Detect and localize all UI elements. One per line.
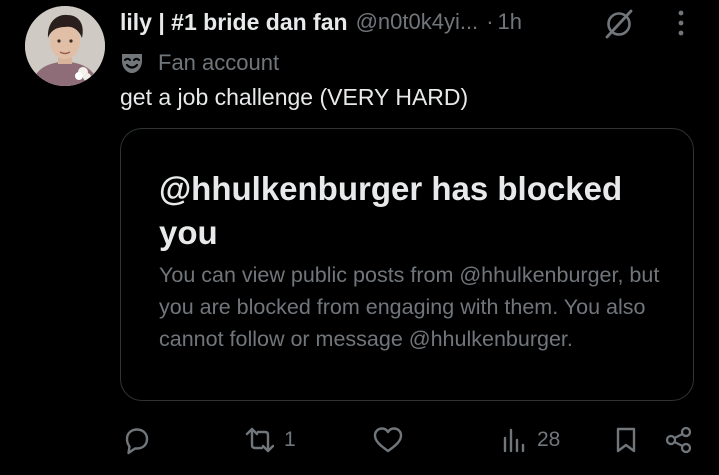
grok-icon[interactable] xyxy=(604,9,634,39)
heart-icon xyxy=(373,427,403,453)
tweet-text: get a job challenge (VERY HARD) xyxy=(120,84,469,110)
bookmark-button[interactable] xyxy=(613,425,639,455)
share-icon xyxy=(665,426,692,454)
views-button[interactable]: 28 xyxy=(501,425,560,455)
retweet-icon xyxy=(245,427,275,453)
account-label[interactable]: Fan account xyxy=(120,48,279,78)
timestamp[interactable]: 1h xyxy=(498,9,522,35)
retweet-button[interactable]: 1 xyxy=(244,425,296,455)
reply-button[interactable] xyxy=(122,425,152,455)
author-display-name[interactable]: lily | #1 bride dan fan xyxy=(120,9,348,36)
theater-mask-icon xyxy=(122,54,142,73)
share-button[interactable] xyxy=(664,425,694,455)
bookmark-icon xyxy=(616,427,636,453)
retweet-count: 1 xyxy=(284,428,296,451)
avatar-photo xyxy=(25,6,105,86)
account-label-text: Fan account xyxy=(158,50,280,75)
views-icon xyxy=(503,428,525,453)
views-count: 28 xyxy=(537,428,561,451)
avatar[interactable] xyxy=(25,6,105,86)
tweet-image-card[interactable]: @hhulkenburger has blocked you You can v… xyxy=(120,128,694,401)
more-icon[interactable] xyxy=(676,8,686,38)
blocked-notice-body: You can view public posts from @hhulkenb… xyxy=(159,263,660,351)
reply-icon xyxy=(125,428,149,455)
blocked-notice-title: @hhulkenburger has blocked you xyxy=(159,170,623,251)
separator-dot: · xyxy=(486,9,494,34)
author-handle[interactable]: @n0t0k4yi... xyxy=(356,9,479,35)
like-button[interactable] xyxy=(372,425,404,455)
tweet-header: lily | #1 bride dan fan @n0t0k4yi... · 1… xyxy=(120,6,522,38)
